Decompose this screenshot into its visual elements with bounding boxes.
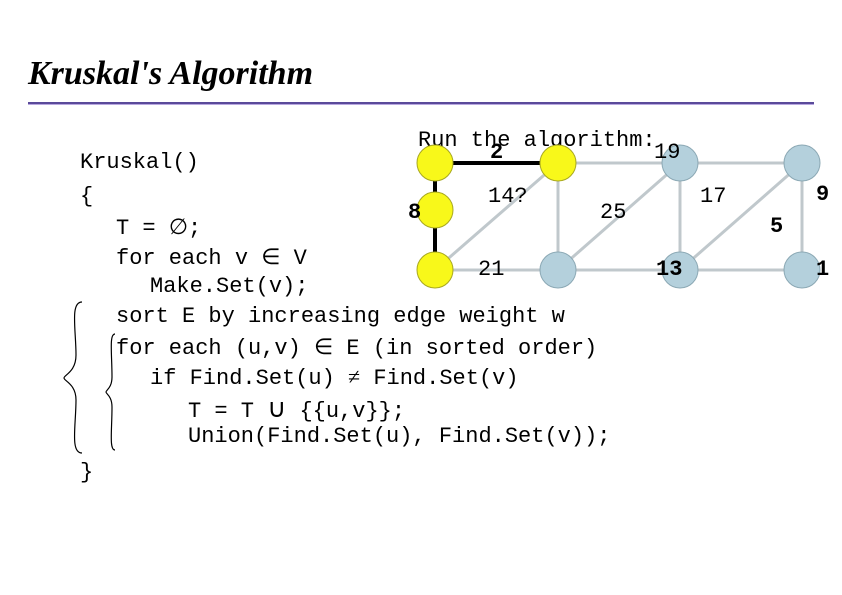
graph-edge [680, 163, 802, 270]
code-l10: Union(Find.Set(u), Find.Set(v)); [188, 424, 610, 449]
graph-node [417, 252, 453, 288]
edge-weight-label: 5 [770, 214, 783, 239]
code-l6: sort E by increasing edge weight w [116, 304, 565, 329]
run-title: Run the algorithm: [418, 128, 656, 153]
code-l3c: ; [188, 216, 201, 241]
edge-weight-label: 17 [700, 184, 726, 209]
code-l8c: Find.Set(v) [360, 366, 518, 391]
edge-weight-label: 1 [816, 257, 829, 282]
code-l4a: for each v [116, 246, 261, 271]
graph-node [662, 145, 698, 181]
edge-weight-label: 25 [600, 200, 626, 225]
code-l9: T = T ∪ {{u,v}}; [188, 394, 405, 424]
code-l7: for each (u,v) ∈ E (in sorted order) [116, 334, 597, 361]
code-l7a: for each (u,v) [116, 336, 314, 361]
title-underline [28, 102, 814, 105]
graph-edge [435, 163, 558, 270]
union-symbol: ∪ [267, 394, 286, 423]
code-l9c: {{u,v}}; [286, 399, 405, 424]
graph-node [784, 252, 820, 288]
code-l4: for each v ∈ V [116, 244, 307, 271]
edge-weight-label: 19 [654, 140, 680, 165]
brace-large [62, 300, 86, 460]
code-l8: if Find.Set(u) ≠ Find.Set(v) [150, 364, 519, 391]
element-of-symbol: ∈ [261, 244, 280, 269]
edge-weight-label: 13 [656, 257, 682, 282]
graph-node [784, 145, 820, 181]
brace-small [104, 332, 118, 457]
graph-edge [558, 163, 680, 270]
code-l2: { [80, 184, 93, 209]
code-l8a: if Find.Set(u) [150, 366, 348, 391]
code-l11: } [80, 460, 93, 485]
code-l7c: E (in sorted order) [333, 336, 597, 361]
code-l5: Make.Set(v); [150, 274, 308, 299]
graph-node [662, 252, 698, 288]
code-l3a: T = [116, 216, 169, 241]
graph-node [540, 252, 576, 288]
code-l3: T = ∅; [116, 214, 201, 241]
code-l9a: T = T [188, 399, 267, 424]
code-l1: Kruskal() [80, 150, 199, 175]
code-l4c: V [280, 246, 306, 271]
edge-weight-label: 9 [816, 182, 829, 207]
not-equal-symbol: ≠ [348, 364, 360, 389]
empty-set-symbol: ∅ [169, 214, 188, 239]
graph-node [417, 192, 453, 228]
page-title: Kruskal's Algorithm [28, 55, 313, 93]
edge-weight-label: 21 [478, 257, 504, 282]
element-of-symbol-2: ∈ [314, 334, 333, 359]
edge-weight-label: 8 [408, 200, 421, 225]
edge-weight-label: 14? [488, 184, 528, 209]
